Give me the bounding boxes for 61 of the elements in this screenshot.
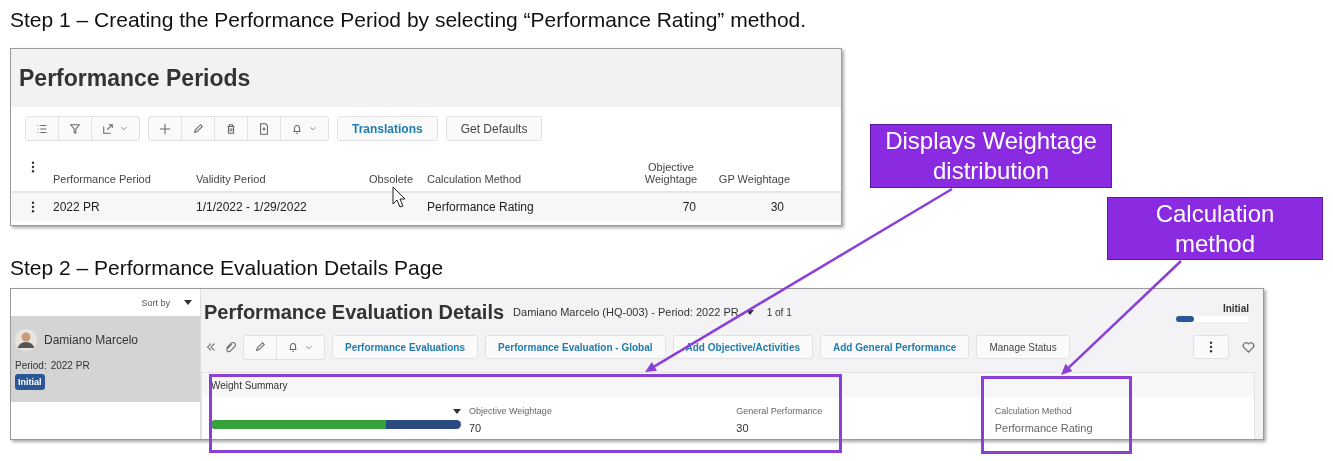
field-value: 70: [469, 422, 483, 434]
field-label: Objective Weightage: [469, 406, 553, 416]
page-title: Performance Periods: [19, 64, 251, 92]
share-icon: [102, 122, 114, 135]
toolbar-button[interactable]: Performance Evaluations: [332, 335, 479, 359]
table-cell: 30: [770, 200, 784, 214]
bell-icon: [287, 341, 299, 353]
table-cell: 1/1/2022 - 1/29/2022: [196, 200, 307, 214]
list-icon: [36, 122, 48, 135]
employee-card[interactable]: Damiano Marcelo Period: 2022 PR Initial: [11, 316, 200, 402]
avatar-icon: [15, 329, 37, 351]
caret-icon: [309, 124, 318, 133]
kebab-icon[interactable]: [31, 161, 35, 173]
step-caption: Step 1 – Creating the Performance Period by selecting “Performance Rating” method.: [10, 8, 807, 31]
column-header[interactable]: GP Weightage: [718, 173, 790, 185]
column-header[interactable]: Obsolete: [369, 173, 414, 185]
filter-icon: [69, 122, 81, 135]
callout-label: Displays Weightage distribution: [870, 124, 1112, 188]
field-label: General Performance: [736, 406, 824, 416]
pencil-icon: [254, 341, 266, 353]
table-cell: 70: [682, 200, 696, 214]
column-header[interactable]: Validity Period: [196, 173, 266, 185]
document-icon: [258, 122, 270, 135]
record-count: 1 of 1: [766, 306, 792, 318]
callout-label: Calculation method: [1107, 197, 1323, 260]
column-header[interactable]: Objective Weightage: [641, 161, 701, 185]
employee-name: Damiano Marcelo: [44, 333, 139, 347]
toolbar-button[interactable]: Performance Evaluation - Global: [485, 335, 666, 359]
column-header[interactable]: Calculation Method: [427, 173, 522, 185]
kebab-icon[interactable]: [31, 201, 35, 213]
collapse-icon: [205, 341, 217, 353]
trash-icon: [225, 122, 237, 135]
field-label: Calculation Method: [994, 406, 1073, 416]
card-title: Weight Summary: [211, 379, 288, 391]
caret-icon: [120, 124, 129, 133]
field-value: 30: [736, 422, 750, 434]
dropdown-caret-icon: [453, 409, 461, 414]
field-value: Performance Rating: [994, 422, 1094, 434]
status-badge: Initial: [15, 374, 45, 390]
period-value: 2022 PR: [50, 360, 90, 371]
sort-label[interactable]: Sort by: [141, 297, 170, 308]
dropdown-caret-icon: [745, 309, 754, 315]
dropdown-caret-icon: [184, 300, 192, 305]
paperclip-icon: [224, 341, 236, 353]
table-cell: Performance Rating: [427, 200, 534, 214]
kebab-icon: [1209, 341, 1213, 353]
toolbar-button[interactable]: Manage Status: [976, 335, 1070, 359]
toolbar-button[interactable]: Add General Performance: [820, 335, 970, 359]
page-title: Performance Evaluation Details: [204, 300, 505, 324]
status-label: Initial: [1222, 302, 1249, 314]
table-cell: 2022 PR: [53, 200, 100, 214]
step-caption: Step 2 – Performance Evaluation Details Page: [10, 256, 444, 279]
toolbar-button[interactable]: Get Defaults: [445, 116, 543, 141]
pencil-icon: [192, 122, 204, 135]
bell-icon: [291, 122, 303, 135]
column-header[interactable]: Performance Period: [53, 173, 151, 185]
period-label: Period:: [15, 360, 47, 371]
heart-icon: [1242, 340, 1255, 354]
toolbar-button[interactable]: Translations: [337, 116, 438, 141]
record-subtitle: Damiano Marcelo (HQ-003) - Period: 2022 PR: [513, 306, 739, 318]
plus-icon: [159, 122, 171, 135]
